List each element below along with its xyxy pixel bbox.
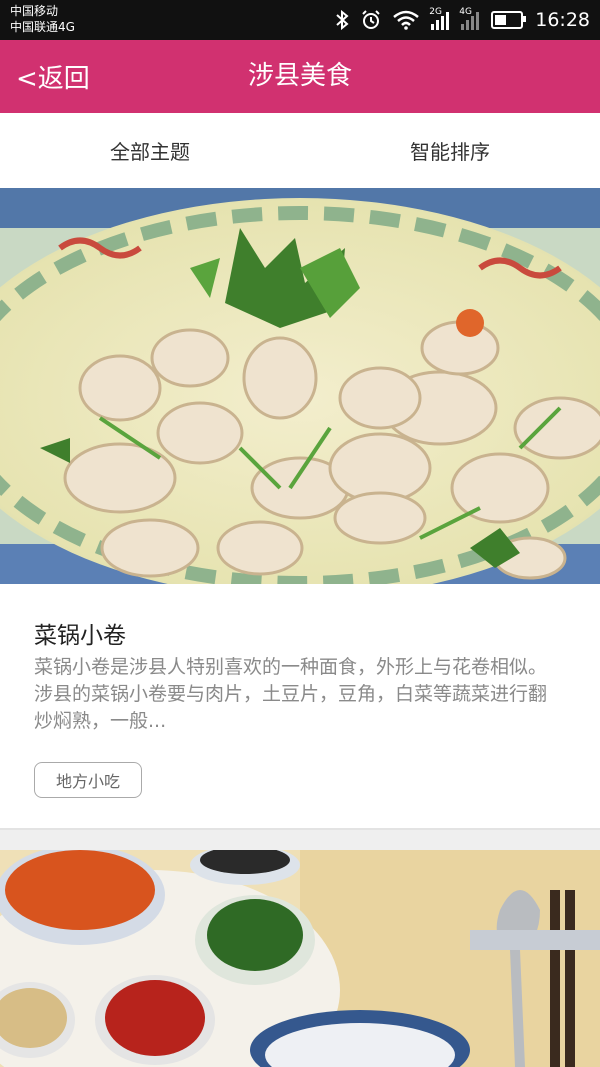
- bluetooth-icon: [335, 10, 349, 30]
- category-tag[interactable]: 地方小吃: [34, 762, 142, 798]
- battery-fill: [495, 15, 507, 25]
- filter-all-topics[interactable]: 全部主题: [0, 113, 300, 188]
- network-2g-label: 2G: [429, 7, 442, 17]
- wifi-icon: [393, 10, 420, 30]
- filter-smart-sort[interactable]: 智能排序: [300, 113, 600, 188]
- carrier-info: 中国移动 中国联通4G: [10, 3, 75, 35]
- app-header: 涉县美食 <返回: [0, 40, 600, 113]
- status-bar: 中国移动 中国联通4G 2G 4G 16:28: [0, 0, 600, 40]
- filter-bar: 全部主题 智能排序: [0, 113, 600, 188]
- battery-icon: [491, 11, 527, 29]
- food-description: 菜锅小卷是涉县人特别喜欢的一种面食，外形上与花卷相似。涉县的菜锅小卷要与肉片，土…: [34, 656, 548, 732]
- carrier-1: 中国移动: [10, 4, 59, 18]
- food-title[interactable]: 菜锅小卷: [34, 616, 126, 650]
- food-card-2-image[interactable]: [0, 850, 600, 1067]
- page-title: 涉县美食: [247, 61, 352, 91]
- clock: 16:28: [535, 9, 590, 31]
- signal-4g-icon: 4G: [459, 7, 480, 30]
- dipping-sauces-image: [0, 850, 600, 1067]
- stir-fry-dish-image: [0, 188, 600, 584]
- back-button[interactable]: <返回: [16, 40, 90, 113]
- food-card[interactable]: 菜锅小卷 菜锅小卷是涉县人特别喜欢的一种面食，外形上与花卷相似。涉县的菜锅小卷要…: [0, 188, 600, 828]
- status-icons: 2G 4G 16:28: [335, 0, 590, 40]
- alarm-icon: [361, 10, 381, 30]
- network-4g-label: 4G: [459, 7, 472, 17]
- signal-2g-icon: 2G: [429, 7, 450, 30]
- card-divider: [0, 828, 600, 830]
- food-image[interactable]: [0, 188, 600, 584]
- carrier-2: 中国联通4G: [10, 20, 75, 34]
